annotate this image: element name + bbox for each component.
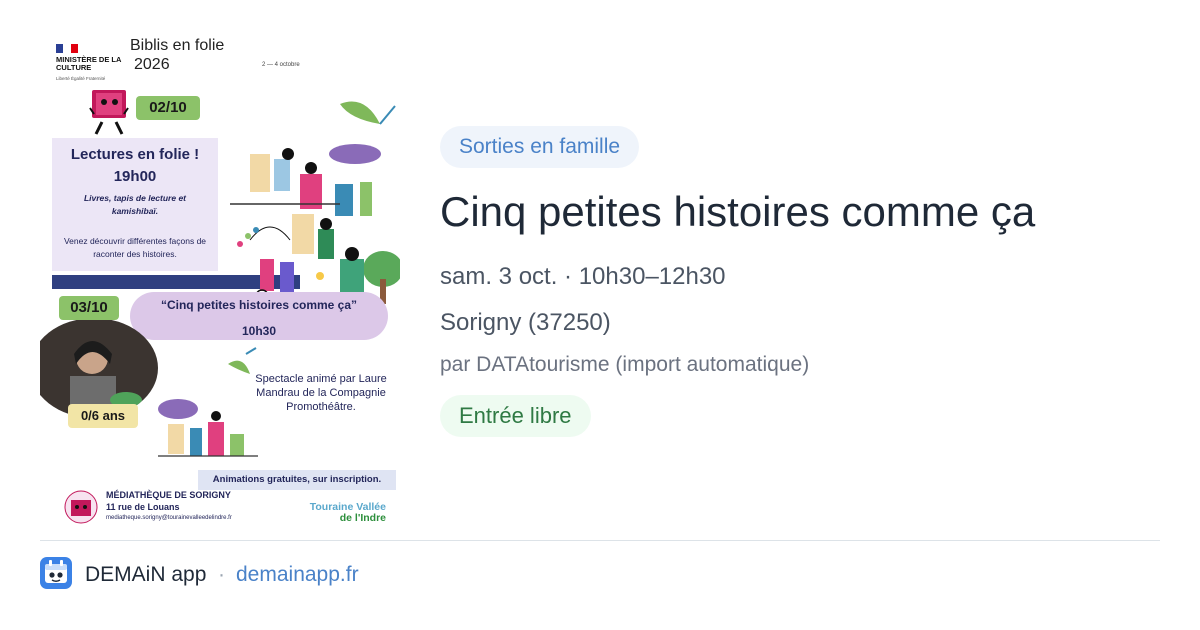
library-name: MÉDIATHÈQUE DE SORIGNY xyxy=(106,490,231,500)
book-character-illustration xyxy=(89,90,129,135)
poster-ministry-motto: Liberté Égalité Fraternité xyxy=(56,76,106,81)
poster-age-badge: 0/6 ans xyxy=(68,404,138,428)
poster-day1-subtitle: Livres, tapis de lecture et kamishibaï. xyxy=(83,193,187,216)
library-address: 11 rue de Louans xyxy=(106,502,180,512)
poster-day2-title: “Cinq petites histoires comme ça” xyxy=(160,298,358,312)
app-domain-link[interactable]: demainapp.fr xyxy=(236,562,359,588)
poster-show-description: Spectacle animé par Laure Mandrau de la … xyxy=(255,373,387,413)
footer-divider xyxy=(40,540,1160,541)
category-tag[interactable]: Sorties en famille xyxy=(440,126,640,168)
poster-day2-time: 10h30 xyxy=(241,324,277,338)
event-poster-image[interactable]: MINISTÈRE DE LA CULTURE Liberté Égalité … xyxy=(40,34,400,526)
reading-scene-illustration xyxy=(158,347,258,457)
french-flag-icon xyxy=(56,44,78,53)
partner-logo: Touraine Vallée de l'Indre xyxy=(309,501,386,524)
library-logo-icon xyxy=(64,490,98,524)
footer-separator: · xyxy=(218,563,225,586)
event-date-time: sam. 3 oct. · 10h30–12h30 xyxy=(440,263,726,290)
price-badge: Entrée libre xyxy=(440,395,591,437)
app-name: DEMAiN app xyxy=(85,563,207,586)
event-source: par DATAtourisme (import automatique) xyxy=(440,353,810,376)
library-email: mediatheque.sorigny@tourainevalleedelind… xyxy=(106,515,232,521)
library-scene-illustration xyxy=(230,101,400,304)
event-title: Cinq petites histoires comme ça xyxy=(440,188,1036,235)
app-logo-icon xyxy=(40,557,72,589)
poster-ministry-name: MINISTÈRE DE LA CULTURE xyxy=(56,55,122,72)
event-location: Sorigny (37250) xyxy=(440,309,611,336)
performer-photo xyxy=(40,318,158,418)
poster-free-note: Animations gratuites, sur inscription. xyxy=(198,470,396,490)
poster-day2-date: 03/10 xyxy=(59,296,119,320)
